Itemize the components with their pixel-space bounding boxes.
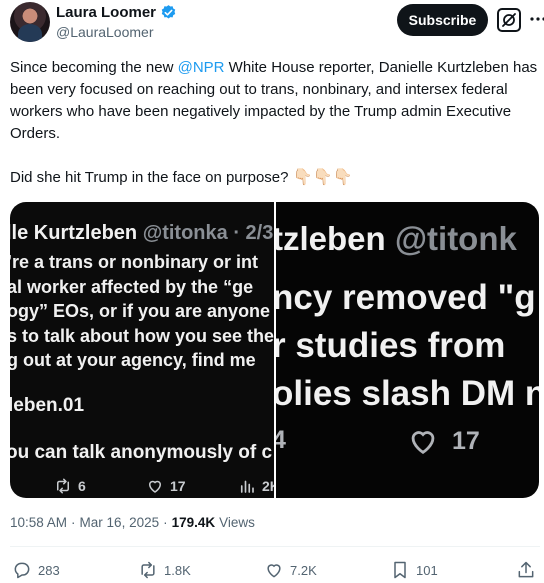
media-gallery[interactable]: lle Kurtzleben @titonka · 2/3 ’re a tran… (10, 202, 539, 498)
more-options-button[interactable] (528, 9, 544, 29)
views-count: 179.4K (171, 515, 216, 530)
tweet-header: Laura Loomer @LauraLoomer Subscribe (10, 0, 544, 48)
bookmark-button[interactable]: 101 (390, 560, 438, 580)
meta-separator: · (163, 515, 168, 530)
image-handle-line: leben.01 (10, 395, 85, 416)
author-handle[interactable]: @LauraLoomer (56, 24, 154, 40)
media-image-right[interactable]: tzleben @titonk ncy removed "g r studies… (276, 202, 539, 498)
grok-button[interactable] (497, 8, 521, 32)
image-stats: 6 17 2K (54, 477, 274, 495)
meta-separator: · (71, 515, 76, 530)
media-image-left[interactable]: lle Kurtzleben @titonka · 2/3 ’re a tran… (10, 202, 274, 498)
like-count: 7.2K (290, 562, 317, 578)
reply-count: 283 (38, 562, 60, 578)
share-icon (518, 561, 534, 578)
tweet-time[interactable]: 10:58 AM (10, 515, 67, 530)
heart-icon (411, 431, 435, 455)
image-retweet-stat: 6 (54, 477, 146, 495)
retweet-icon (57, 478, 69, 494)
image-title: tzleben @titonk (276, 220, 517, 257)
author-name[interactable]: Laura Loomer (56, 4, 156, 21)
mention-link[interactable]: @NPR (178, 59, 225, 76)
image-like-stat: 17 (406, 424, 480, 458)
tweet-meta: 10:58 AM · Mar 16, 2025 · 179.4K Views (10, 515, 255, 530)
pointing-down-emoji: 👇🏻👇🏻👇🏻 (292, 169, 353, 186)
tweet-text: Since becoming the new @NPR White House … (10, 57, 538, 189)
image-like-stat: 17 (146, 477, 238, 495)
image-anon-line: ou can talk anonymously of c (10, 442, 273, 463)
heart-icon (267, 564, 281, 578)
like-button[interactable]: 7.2K (264, 560, 317, 580)
heart-icon (148, 480, 162, 493)
author-name-row: Laura Loomer (56, 4, 177, 21)
bookmark-count: 101 (416, 562, 438, 578)
divider (10, 546, 540, 547)
tweet-paragraph-2: Did she hit Trump in the face on purpose… (10, 169, 353, 186)
bar-chart-icon (240, 480, 254, 493)
grok-icon (502, 13, 516, 27)
tweet-date[interactable]: Mar 16, 2025 (80, 515, 160, 530)
reply-button[interactable]: 283 (12, 560, 60, 580)
subscribe-button[interactable]: Subscribe (397, 4, 488, 36)
more-icon (530, 17, 544, 21)
verified-badge-icon (161, 5, 176, 19)
bookmark-icon (394, 561, 406, 579)
reply-icon (14, 562, 30, 579)
image-number: 4 (276, 426, 286, 454)
image-views-stat: 2K (238, 477, 274, 495)
share-button[interactable] (516, 560, 536, 580)
retweet-icon (141, 561, 155, 579)
avatar[interactable] (10, 2, 50, 42)
repost-button[interactable]: 1.8K (138, 560, 191, 580)
image-title: lle Kurtzleben @titonka · 2/3 (10, 222, 274, 244)
tweet-paragraph-1: Since becoming the new @NPR White House … (10, 59, 538, 142)
image-body-text: ’re a trans or nonbinary or int al worke… (10, 252, 274, 370)
action-bar: 283 1.8K 7.2K 101 (10, 560, 540, 582)
repost-count: 1.8K (164, 562, 191, 578)
image-body-text: ncy removed "g r studies from olies slas… (276, 278, 539, 413)
views-label: Views (219, 515, 255, 530)
